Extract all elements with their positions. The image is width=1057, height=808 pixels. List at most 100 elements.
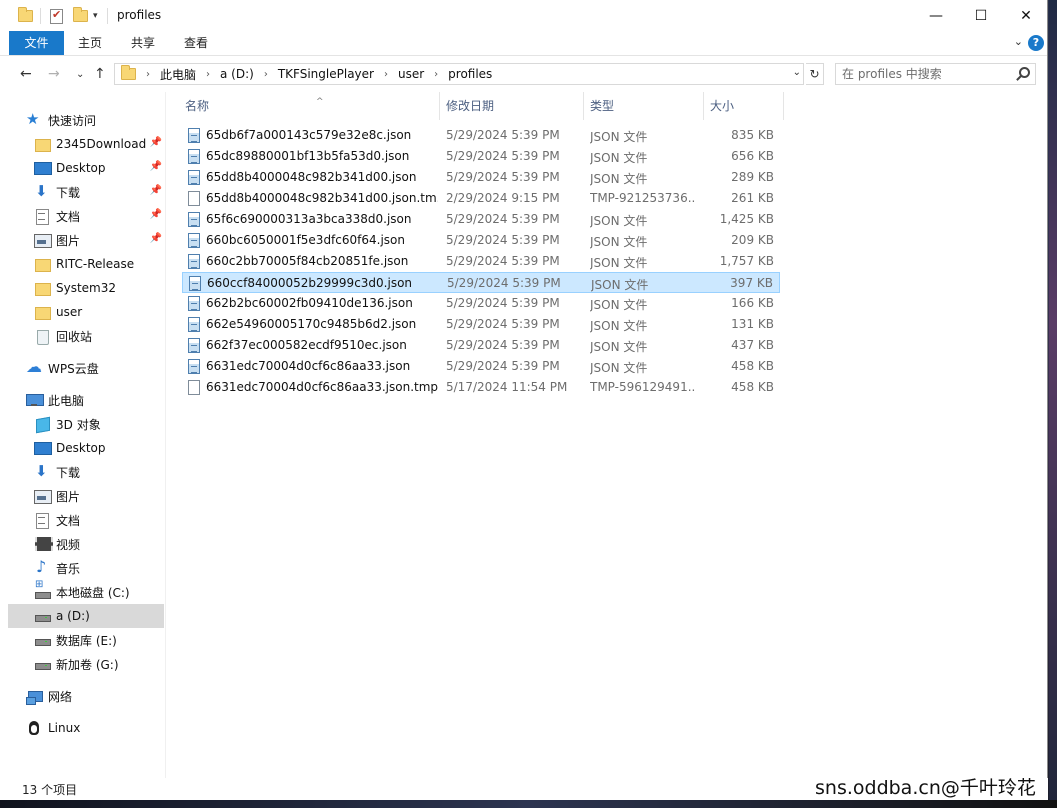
expand-ribbon-icon[interactable]: ⌄ [1014,35,1023,48]
nav-documents[interactable]: 文档 [34,508,164,532]
nav-downloads-quick[interactable]: 下载📌 [34,180,164,204]
forward-button[interactable]: → [48,66,60,82]
table-row[interactable]: 662f37ec000582ecdf9510ec.json 5/29/2024 5… [182,335,780,356]
quick-access-folder-icon[interactable] [18,7,33,25]
modified-date: 5/17/2024 11:54 PM [446,380,568,394]
nav-drive-d[interactable]: a (D:) [8,604,164,628]
search-input[interactable] [842,66,1012,82]
nav-quick-access[interactable]: 快速访问 [26,108,182,132]
maximize-button[interactable]: ☐ [958,0,1004,31]
nav-desktop-quick[interactable]: Desktop 📌 [34,156,164,180]
table-row[interactable]: 6631edc70004d0cf6c86aa33.json.tmp... 5/17… [182,377,780,398]
refresh-button[interactable]: ↻ [806,63,824,85]
drive-icon [34,608,51,624]
table-row[interactable]: 662e54960005170c9485b6d2.json 5/29/2024 5… [182,314,780,335]
json-file-icon [188,170,200,185]
modified-date: 2/29/2024 9:15 PM [446,191,560,205]
table-row[interactable]: 660c2bb70005f84cb20851fe.json 5/29/2024 5… [182,251,780,272]
pin-icon: 📌 [149,137,162,148]
table-row[interactable]: 6631edc70004d0cf6c86aa33.json 5/29/2024 5… [182,356,780,377]
modified-date: 5/29/2024 5:39 PM [446,338,560,352]
nav-music[interactable]: 音乐 [34,556,164,580]
json-file-icon [188,317,200,332]
properties-icon[interactable] [50,7,63,25]
nav-linux[interactable]: Linux [26,716,182,740]
table-row[interactable]: 65dd8b4000048c982b341d00.json.tm... 2/29/… [182,188,780,209]
json-file-icon [188,233,200,248]
table-row[interactable]: 65dc89880001bf13b5fa53d0.json 5/29/2024 5… [182,146,780,167]
document-icon [34,208,50,225]
file-name: 660ccf84000052b29999c3d0.json [207,276,413,290]
nav-this-pc[interactable]: 此电脑 [26,388,182,412]
address-dropdown-icon[interactable]: ⌄ [793,67,801,78]
ribbon: 文件 主页 共享 查看 ⌄ ? [0,31,1047,56]
modified-date: 5/29/2024 5:39 PM [446,317,560,331]
search-icon[interactable] [1019,67,1030,78]
nav-user[interactable]: user [34,300,164,324]
tab-view[interactable]: 查看 [172,31,220,55]
modified-date: 5/29/2024 5:39 PM [446,233,560,247]
nav-desktop[interactable]: Desktop [34,436,164,460]
breadcrumb-user[interactable]: user [398,67,424,81]
close-button[interactable]: ✕ [1003,0,1049,31]
tab-share[interactable]: 共享 [119,31,167,55]
nav-documents-quick[interactable]: 文档 📌 [34,204,164,228]
modified-date: 5/29/2024 5:39 PM [446,212,560,226]
address-bar[interactable]: › 此电脑 › a (D:) › TKFSinglePlayer › user … [114,63,804,85]
nav-pictures[interactable]: 图片 [34,484,164,508]
up-button[interactable]: ↑ [94,66,106,82]
search-box [835,63,1036,85]
tab-home[interactable]: 主页 [66,31,114,55]
help-icon[interactable]: ? [1028,35,1044,51]
table-row[interactable]: 660bc6050001f5e3dfc60f64.json 5/29/2024 5… [182,230,780,251]
breadcrumb-tkfsingleplayer[interactable]: TKFSinglePlayer [278,67,374,81]
recent-locations-button[interactable]: ⌄ [76,69,84,80]
modified-date: 5/29/2024 5:39 PM [446,170,560,184]
folder-icon [34,280,51,296]
table-row[interactable]: 65f6c690000313a3bca338d0.json 5/29/2024 5… [182,209,780,230]
file-name: 65db6f7a000143c579e32e8c.json [206,128,412,142]
nav-system32[interactable]: System32 [34,276,164,300]
file-name: 65dd8b4000048c982b341d00.json [206,170,417,184]
modified-date: 5/29/2024 5:39 PM [447,276,561,290]
file-size: 1,757 KB [719,254,774,268]
table-row[interactable]: 662b2bc60002fb09410de136.json 5/29/2024 5… [182,293,780,314]
column-header-date[interactable]: 修改日期 [440,92,584,120]
nav-network[interactable]: 网络 [26,684,182,708]
file-list: 名称 ^ 修改日期 类型 大小 65db6f7a000143c579e32e8c.… [167,92,1047,778]
nav-ritc-release[interactable]: RITC-Release [34,252,164,276]
new-folder-icon[interactable] [73,7,88,25]
tab-file[interactable]: 文件 [9,31,64,55]
nav-drive-e[interactable]: 数据库 (E:) [34,628,164,652]
nav-drive-g[interactable]: 新加卷 (G:) [34,652,164,676]
drive-icon [34,632,51,648]
file-name: 662b2bc60002fb09410de136.json [206,296,413,310]
nav-downloads[interactable]: 下载 [34,460,164,484]
nav-2345download[interactable]: 2345Download 📌 [34,132,164,156]
file-size: 458 KB [731,380,774,394]
file-type: JSON 文件 [590,172,648,186]
explorer-window: ▾ profiles — ☐ ✕ 文件 主页 共享 查看 ⌄ ? ← → ⌄ ↑… [0,0,1048,800]
minimize-button[interactable]: — [913,0,959,31]
table-row[interactable]: 65dd8b4000048c982b341d00.json 5/29/2024 5… [182,167,780,188]
nav-pictures-quick[interactable]: 图片 📌 [34,228,164,252]
nav-recycle-bin[interactable]: 回收站 [34,324,164,348]
nav-wps-cloud[interactable]: WPS云盘 [26,356,182,380]
breadcrumb-this-pc[interactable]: 此电脑 [160,66,196,83]
breadcrumb-profiles[interactable]: profiles [448,67,492,81]
back-button[interactable]: ← [20,66,32,82]
nav-videos[interactable]: 视频 [34,532,164,556]
customize-quick-access-icon[interactable]: ▾ [93,7,98,25]
column-header-type[interactable]: 类型 [584,92,704,120]
nav-3d-objects[interactable]: 3D 对象 [34,412,164,436]
nav-drive-c[interactable]: 本地磁盘 (C:) [34,579,164,604]
breadcrumb-drive-d[interactable]: a (D:) [220,67,254,81]
file-icon [188,191,200,206]
table-row[interactable]: 65db6f7a000143c579e32e8c.json 5/29/2024 5… [182,125,780,146]
address-row: ← → ⌄ ↑ › 此电脑 › a (D:) › TKFSinglePlayer… [0,57,1047,91]
json-file-icon [188,359,200,374]
table-row[interactable]: 660ccf84000052b29999c3d0.json 5/29/2024 5… [182,272,780,293]
column-header-size[interactable]: 大小 [704,92,784,120]
file-size: 209 KB [731,233,774,247]
column-header-name[interactable]: 名称 ^ [179,92,440,120]
